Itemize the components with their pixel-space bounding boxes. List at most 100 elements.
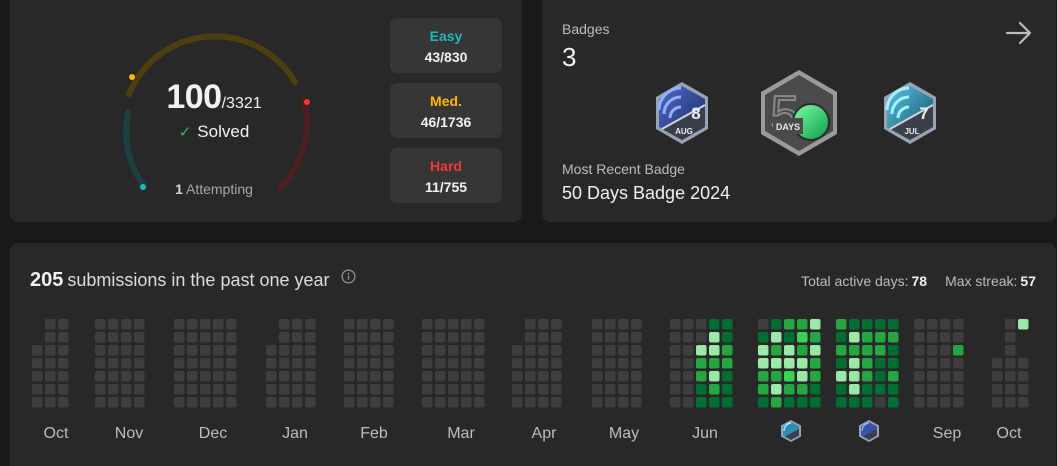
heatmap-day-cell[interactable] xyxy=(784,345,795,356)
heatmap-day-cell[interactable] xyxy=(618,319,629,330)
heatmap-day-cell[interactable] xyxy=(370,384,381,395)
heatmap-day-cell[interactable] xyxy=(474,319,485,330)
heatmap-day-cell[interactable] xyxy=(58,397,69,408)
heatmap-day-cell[interactable] xyxy=(134,332,145,343)
heatmap-day-cell[interactable] xyxy=(95,384,106,395)
heatmap-day-cell[interactable] xyxy=(461,345,472,356)
heatmap-day-cell[interactable] xyxy=(370,319,381,330)
heatmap-day-cell[interactable] xyxy=(305,371,316,382)
heatmap-day-cell[interactable] xyxy=(551,397,562,408)
heatmap-day-cell[interactable] xyxy=(992,397,1003,408)
heatmap-day-cell[interactable] xyxy=(683,332,694,343)
heatmap-day-cell[interactable] xyxy=(836,384,847,395)
heatmap-day-cell[interactable] xyxy=(305,358,316,369)
heatmap-day-cell[interactable] xyxy=(810,397,821,408)
heatmap-day-cell[interactable] xyxy=(121,345,132,356)
heatmap-day-cell[interactable] xyxy=(771,384,782,395)
heatmap-day-cell[interactable] xyxy=(474,358,485,369)
heatmap-day-cell[interactable] xyxy=(1018,397,1029,408)
heatmap-day-cell[interactable] xyxy=(914,397,925,408)
heatmap-day-cell[interactable] xyxy=(797,397,808,408)
heatmap-day-cell[interactable] xyxy=(45,371,56,382)
heatmap-day-cell[interactable] xyxy=(784,384,795,395)
heatmap-day-cell[interactable] xyxy=(696,371,707,382)
heatmap-day-cell[interactable] xyxy=(810,332,821,343)
heatmap-day-cell[interactable] xyxy=(631,371,642,382)
heatmap-day-cell[interactable] xyxy=(213,319,224,330)
heatmap-day-cell[interactable] xyxy=(784,319,795,330)
heatmap-day-cell[interactable] xyxy=(888,319,899,330)
heatmap-day-cell[interactable] xyxy=(279,345,290,356)
heatmap-day-cell[interactable] xyxy=(32,358,43,369)
heatmap-day-cell[interactable] xyxy=(95,332,106,343)
heatmap-day-cell[interactable] xyxy=(888,358,899,369)
jul-badge-mini-icon[interactable] xyxy=(779,419,803,443)
heatmap-day-cell[interactable] xyxy=(383,332,394,343)
heatmap-day-cell[interactable] xyxy=(226,371,237,382)
heatmap-day-cell[interactable] xyxy=(45,345,56,356)
heatmap-day-cell[interactable] xyxy=(134,319,145,330)
heatmap-day-cell[interactable] xyxy=(914,345,925,356)
heatmap-day-cell[interactable] xyxy=(435,319,446,330)
heatmap-day-cell[interactable] xyxy=(58,345,69,356)
heatmap-day-cell[interactable] xyxy=(592,332,603,343)
heatmap-day-cell[interactable] xyxy=(383,371,394,382)
heatmap-day-cell[interactable] xyxy=(32,371,43,382)
heatmap-day-cell[interactable] xyxy=(888,371,899,382)
heatmap-day-cell[interactable] xyxy=(357,319,368,330)
heatmap-day-cell[interactable] xyxy=(45,358,56,369)
heatmap-day-cell[interactable] xyxy=(953,371,964,382)
heatmap-day-cell[interactable] xyxy=(448,371,459,382)
heatmap-day-cell[interactable] xyxy=(683,397,694,408)
heatmap-day-cell[interactable] xyxy=(108,332,119,343)
heatmap-day-cell[interactable] xyxy=(357,371,368,382)
heatmap-day-cell[interactable] xyxy=(914,332,925,343)
heatmap-day-cell[interactable] xyxy=(771,371,782,382)
heatmap-day-cell[interactable] xyxy=(953,384,964,395)
hard-stat-box[interactable]: Hard 11/755 xyxy=(390,148,502,203)
heatmap-day-cell[interactable] xyxy=(474,397,485,408)
heatmap-day-cell[interactable] xyxy=(862,358,873,369)
heatmap-day-cell[interactable] xyxy=(383,358,394,369)
heatmap-day-cell[interactable] xyxy=(344,332,355,343)
heatmap-day-cell[interactable] xyxy=(279,358,290,369)
heatmap-day-cell[interactable] xyxy=(722,319,733,330)
heatmap-day-cell[interactable] xyxy=(525,397,536,408)
heatmap-day-cell[interactable] xyxy=(592,384,603,395)
heatmap-day-cell[interactable] xyxy=(592,371,603,382)
heatmap-day-cell[interactable] xyxy=(58,332,69,343)
heatmap-day-cell[interactable] xyxy=(551,358,562,369)
heatmap-day-cell[interactable] xyxy=(134,384,145,395)
heatmap-day-cell[interactable] xyxy=(631,384,642,395)
heatmap-day-cell[interactable] xyxy=(474,345,485,356)
heatmap-day-cell[interactable] xyxy=(1005,371,1016,382)
heatmap-day-cell[interactable] xyxy=(927,358,938,369)
heatmap-day-cell[interactable] xyxy=(618,384,629,395)
heatmap-day-cell[interactable] xyxy=(683,319,694,330)
heatmap-day-cell[interactable] xyxy=(121,332,132,343)
heatmap-day-cell[interactable] xyxy=(344,345,355,356)
heatmap-day-cell[interactable] xyxy=(836,358,847,369)
heatmap-day-cell[interactable] xyxy=(422,332,433,343)
heatmap-day-cell[interactable] xyxy=(305,345,316,356)
heatmap-day-cell[interactable] xyxy=(670,397,681,408)
heatmap-day-cell[interactable] xyxy=(849,319,860,330)
heatmap-day-cell[interactable] xyxy=(758,371,769,382)
heatmap-day-cell[interactable] xyxy=(758,319,769,330)
heatmap-day-cell[interactable] xyxy=(45,384,56,395)
heatmap-day-cell[interactable] xyxy=(683,345,694,356)
heatmap-day-cell[interactable] xyxy=(121,319,132,330)
heatmap-day-cell[interactable] xyxy=(435,358,446,369)
heatmap-day-cell[interactable] xyxy=(279,397,290,408)
heatmap-day-cell[interactable] xyxy=(696,332,707,343)
heatmap-day-cell[interactable] xyxy=(134,358,145,369)
heatmap-day-cell[interactable] xyxy=(784,332,795,343)
heatmap-day-cell[interactable] xyxy=(121,397,132,408)
heatmap-day-cell[interactable] xyxy=(1005,397,1016,408)
heatmap-day-cell[interactable] xyxy=(849,371,860,382)
aug-badge-icon[interactable]: 8 AUG xyxy=(650,80,714,146)
heatmap-day-cell[interactable] xyxy=(435,371,446,382)
heatmap-day-cell[interactable] xyxy=(810,371,821,382)
heatmap-day-cell[interactable] xyxy=(914,371,925,382)
heatmap-day-cell[interactable] xyxy=(875,319,886,330)
